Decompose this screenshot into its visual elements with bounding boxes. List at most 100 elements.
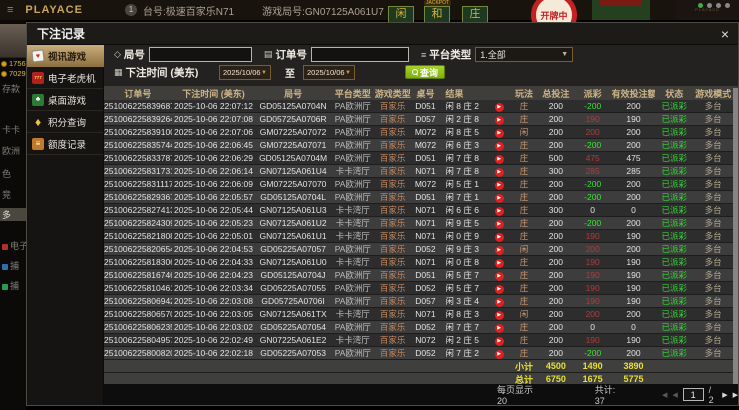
sidebar-item-points-query[interactable]: ♦ 积分查询 [27, 111, 103, 133]
cell-payout: -200 [584, 218, 602, 228]
cell-mode: 多台 [704, 322, 722, 332]
replay-button[interactable]: ▶ [494, 141, 504, 151]
cell-table: D051 [415, 153, 436, 163]
replay-button[interactable]: ▶ [494, 206, 504, 216]
cell-table: D052 [415, 322, 436, 332]
green-dot [698, 3, 703, 8]
lobby-menu-item-active[interactable]: 多 [0, 208, 26, 221]
close-icon[interactable]: × [721, 26, 729, 42]
sidebar-item-credit-records[interactable]: ≡ 额度记录 [27, 133, 103, 155]
cell-result: 闲 5 庄 7 [445, 270, 479, 280]
cell-platform: PA欧洲厅 [334, 140, 371, 150]
replay-button[interactable]: ▶ [494, 115, 504, 125]
table-games-icon: ♣ [32, 93, 44, 106]
lobby-menu-item[interactable]: 竞 [2, 188, 11, 201]
cell-time: 2025-10-06 22:06:09 [174, 179, 253, 189]
lobby-menu-item[interactable]: 电子 [2, 239, 26, 252]
cell-bet: 庄 [519, 257, 529, 267]
cell-round: GN07125A061TX [259, 309, 327, 319]
replay-button[interactable]: ▶ [494, 258, 504, 268]
replay-button[interactable]: ▶ [494, 219, 504, 229]
replay-button[interactable]: ▶ [494, 167, 504, 177]
lobby-menu-item[interactable]: 欧洲 [2, 144, 20, 157]
sidebar-item-label: 积分查询 [48, 117, 87, 129]
cell-payout: -200 [584, 101, 602, 111]
table-row: 251006225827413 2025-10-06 22:05:44 GN0712… [104, 204, 733, 217]
cell-total: 200 [548, 348, 563, 358]
search-button[interactable]: 查询 [405, 65, 445, 79]
cell-payout: 190 [585, 335, 600, 345]
replay-button[interactable]: ▶ [494, 297, 504, 307]
deposit-button[interactable]: 存款 [2, 82, 20, 95]
cell-mode: 多台 [704, 309, 722, 319]
cell-valid: 190 [626, 231, 641, 241]
cell-table: N071 [415, 231, 436, 241]
cell-result: 闲 7 庄 2 [445, 348, 479, 358]
cell-time: 2025-10-06 22:06:29 [174, 153, 253, 163]
replay-button[interactable]: ▶ [494, 245, 504, 255]
scrollbar-thumb[interactable] [733, 88, 738, 384]
sidebar-item-live-games[interactable]: ♥ 视讯游戏 [27, 45, 110, 67]
table-scrollbar[interactable] [733, 86, 738, 386]
cell-table: N071 [415, 257, 436, 267]
lobby-menu-item[interactable]: 色 [2, 167, 11, 180]
replay-button[interactable]: ▶ [494, 336, 504, 346]
date-to-select[interactable]: 2025/10/06 ▼ [303, 65, 355, 80]
cell-game: 百家乐 [379, 348, 406, 358]
agg-cell-bet: 小计 [515, 361, 534, 372]
sidebar-item-table-games[interactable]: ♣ 桌面游戏 [27, 89, 103, 111]
lobby-menu-item[interactable]: 捕 [2, 279, 19, 292]
lobby-menu-item[interactable]: 卡卡 [2, 123, 20, 136]
hamburger-menu-icon[interactable]: ≡ [7, 4, 13, 16]
cell-time: 2025-10-06 22:05:23 [174, 218, 253, 228]
page-count-label: / 2 [708, 384, 714, 405]
order-no-input[interactable] [310, 47, 409, 62]
cell-result: 闲 9 庄 5 [445, 218, 479, 228]
cell-result: 闲 6 庄 6 [445, 205, 479, 215]
cell-valid: 190 [626, 114, 641, 124]
replay-button[interactable]: ▶ [494, 323, 504, 333]
cell-order: 251006225831731 [104, 166, 172, 176]
cell-platform: 卡卡湾厅 [335, 231, 370, 241]
replay-button[interactable]: ▶ [494, 310, 504, 320]
cell-valid: 200 [626, 348, 641, 358]
column-header: 总投注 [542, 88, 570, 99]
cell-bet: 庄 [519, 101, 529, 111]
dialog-title-bar: 下注记录 [27, 23, 738, 45]
cell-game: 百家乐 [379, 127, 406, 137]
first-page-icon[interactable]: ◀ [662, 391, 667, 399]
agg-cell-total: 4500 [545, 361, 566, 371]
cell-bet: 庄 [519, 153, 529, 163]
cell-mode: 多台 [704, 101, 722, 111]
replay-button[interactable]: ▶ [494, 284, 504, 294]
date-from-select[interactable]: 2025/10/06 ▼ [219, 65, 271, 80]
cell-bet: 庄 [519, 140, 529, 150]
table-number-badge: 1 [124, 4, 137, 16]
replay-button[interactable]: ▶ [494, 128, 504, 138]
cell-round: GN07225A061E2 [259, 335, 327, 345]
lobby-menu-item[interactable]: 捕 [2, 259, 19, 272]
replay-button[interactable]: ▶ [494, 193, 504, 203]
cell-round: GD05225A07054 [260, 322, 326, 332]
page-number-input[interactable]: 1 [682, 388, 704, 401]
prev-page-icon[interactable]: ◀ [672, 391, 677, 399]
replay-button[interactable]: ▶ [494, 232, 504, 242]
points-diamond-icon: ♦ [34, 114, 42, 129]
platform-type-select[interactable]: 1.全部 ▼ [475, 47, 574, 62]
replay-button[interactable]: ▶ [494, 154, 504, 164]
sidebar-item-slots[interactable]: 777 电子老虎机 [27, 67, 103, 89]
cell-bet: 庄 [519, 270, 529, 280]
cell-round: GD05125A0704L [260, 192, 326, 202]
replay-button[interactable]: ▶ [494, 349, 504, 359]
replay-button[interactable]: ▶ [494, 271, 504, 281]
cell-game: 百家乐 [379, 283, 406, 293]
replay-button[interactable]: ▶ [494, 102, 504, 112]
round-no-input[interactable] [148, 47, 252, 62]
cell-valid: 200 [626, 127, 641, 137]
next-page-icon[interactable]: ▶ [722, 391, 727, 399]
per-page-select[interactable]: 每页显示 20 [497, 383, 543, 406]
cell-payout: 285 [585, 166, 600, 176]
replay-button[interactable]: ▶ [494, 180, 504, 190]
balance-row-1: 1756 [1, 59, 26, 68]
last-page-icon[interactable]: ▶ [733, 391, 738, 399]
